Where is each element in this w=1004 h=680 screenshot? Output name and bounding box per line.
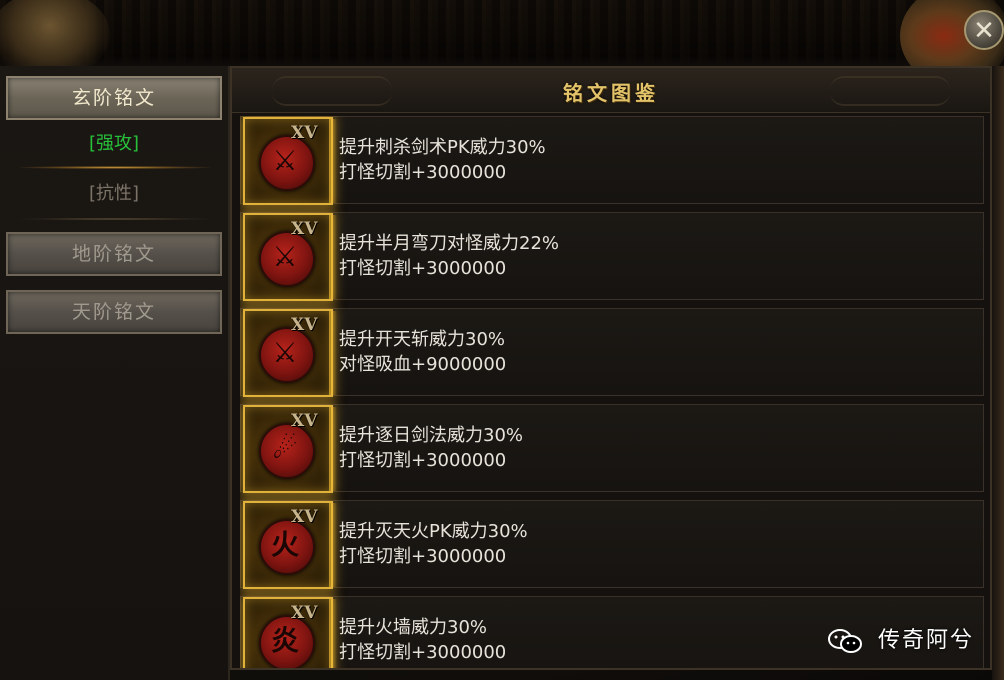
tier-label: XV — [291, 123, 318, 143]
divider — [20, 218, 210, 220]
watermark-text: 传奇阿兮 — [877, 628, 974, 653]
tier-label: XV — [291, 411, 318, 431]
effect-line-2: 打怪切割+3000000 — [339, 642, 507, 663]
effect-line-1: 提升半月弯刀对怪威力22% — [339, 233, 560, 254]
subtab-qianggong[interactable]: [强攻] — [0, 122, 228, 166]
effect-line-1: 提升刺杀剑术PK威力30% — [339, 137, 546, 158]
close-button[interactable]: ✕ — [964, 10, 1004, 50]
effect-line-1: 提升灭天火PK威力30% — [339, 521, 528, 542]
inscription-icon-frame[interactable]: 炎 XV — [243, 597, 337, 668]
effect-line-2: 打怪切割+3000000 — [339, 450, 507, 471]
effect-line-2: 打怪切割+3000000 — [339, 258, 507, 279]
tier-label: XV — [291, 219, 318, 239]
tab-di-label: 地阶铭文 — [71, 243, 156, 265]
inscription-description: 提升半月弯刀对怪威力22% 打怪切割+3000000 — [339, 231, 559, 281]
category-sidebar: 玄阶铭文 [强攻] [抗性] 地阶铭文 天阶铭文 — [0, 66, 230, 680]
close-icon: ✕ — [973, 16, 995, 46]
inscription-description: 提升开天斩威力30% 对怪吸血+9000000 — [339, 327, 506, 377]
tab-tian-label: 天阶铭文 — [71, 301, 156, 323]
inscription-icon-frame[interactable]: ⚔ XV — [243, 117, 337, 205]
inscription-description: 提升逐日剑法威力30% 打怪切割+3000000 — [339, 423, 523, 473]
selected-glow-divider — [20, 166, 210, 169]
list-item[interactable]: ⚔ XV 提升开天斩威力30% 对怪吸血+9000000 — [240, 308, 984, 397]
watermark: 传奇阿兮 — [827, 622, 974, 654]
inscription-window: ✕ 玄阶铭文 [强攻] [抗性] 地阶铭文 天阶铭文 铭文图鉴 ⚔ XV 提升刺… — [0, 0, 1004, 680]
tier-label: XV — [291, 315, 318, 335]
top-ornate-border — [0, 0, 1004, 68]
right-ornate-border — [992, 66, 1004, 680]
inscription-icon-frame[interactable]: ⚔ XV — [243, 309, 337, 397]
list-item[interactable]: ⚔ XV 提升半月弯刀对怪威力22% 打怪切割+3000000 — [240, 212, 984, 301]
inscription-description: 提升灭天火PK威力30% 打怪切割+3000000 — [339, 519, 528, 569]
inscription-list[interactable]: ⚔ XV 提升刺杀剑术PK威力30% 打怪切割+3000000 ⚔ XV 提升半… — [240, 116, 984, 668]
subtab-kangxing[interactable]: [抗性] — [0, 172, 228, 216]
header-ornament-left — [272, 76, 392, 106]
effect-line-1: 提升开天斩威力30% — [339, 329, 506, 350]
wechat-icon — [827, 629, 862, 653]
subtab-kangxing-label: [抗性] — [88, 183, 140, 204]
inscription-icon-frame[interactable]: 火 XV — [243, 501, 337, 589]
header-ornament-right — [830, 76, 950, 106]
effect-line-1: 提升逐日剑法威力30% — [339, 425, 524, 446]
tab-xuan-label: 玄阶铭文 — [71, 87, 156, 109]
effect-line-1: 提升火墙威力30% — [339, 617, 488, 638]
tab-xuan-inscription[interactable]: 玄阶铭文 — [6, 76, 222, 120]
panel-header: 铭文图鉴 — [232, 68, 990, 113]
effect-line-2: 对怪吸血+9000000 — [339, 354, 507, 375]
inscription-description: 提升火墙威力30% 打怪切割+3000000 — [339, 615, 506, 665]
list-item[interactable]: 火 XV 提升灭天火PK威力30% 打怪切割+3000000 — [240, 500, 984, 589]
tab-tian-inscription[interactable]: 天阶铭文 — [6, 290, 222, 334]
inscription-icon-frame[interactable]: ☄ XV — [243, 405, 337, 493]
panel-title: 铭文图鉴 — [563, 81, 659, 105]
list-item[interactable]: ☄ XV 提升逐日剑法威力30% 打怪切割+3000000 — [240, 404, 984, 493]
effect-line-2: 打怪切割+3000000 — [339, 162, 507, 183]
effect-line-2: 打怪切割+3000000 — [339, 546, 507, 567]
inscription-icon-frame[interactable]: ⚔ XV — [243, 213, 337, 301]
inscription-description: 提升刺杀剑术PK威力30% 打怪切割+3000000 — [339, 135, 546, 185]
tier-label: XV — [291, 507, 318, 527]
tab-di-inscription[interactable]: 地阶铭文 — [6, 232, 222, 276]
inscription-catalog-panel: 铭文图鉴 ⚔ XV 提升刺杀剑术PK威力30% 打怪切割+3000000 ⚔ X — [230, 66, 992, 670]
tier-label: XV — [291, 603, 318, 623]
list-item[interactable]: ⚔ XV 提升刺杀剑术PK威力30% 打怪切割+3000000 — [240, 116, 984, 205]
subtab-qianggong-label: [强攻] — [88, 133, 140, 154]
